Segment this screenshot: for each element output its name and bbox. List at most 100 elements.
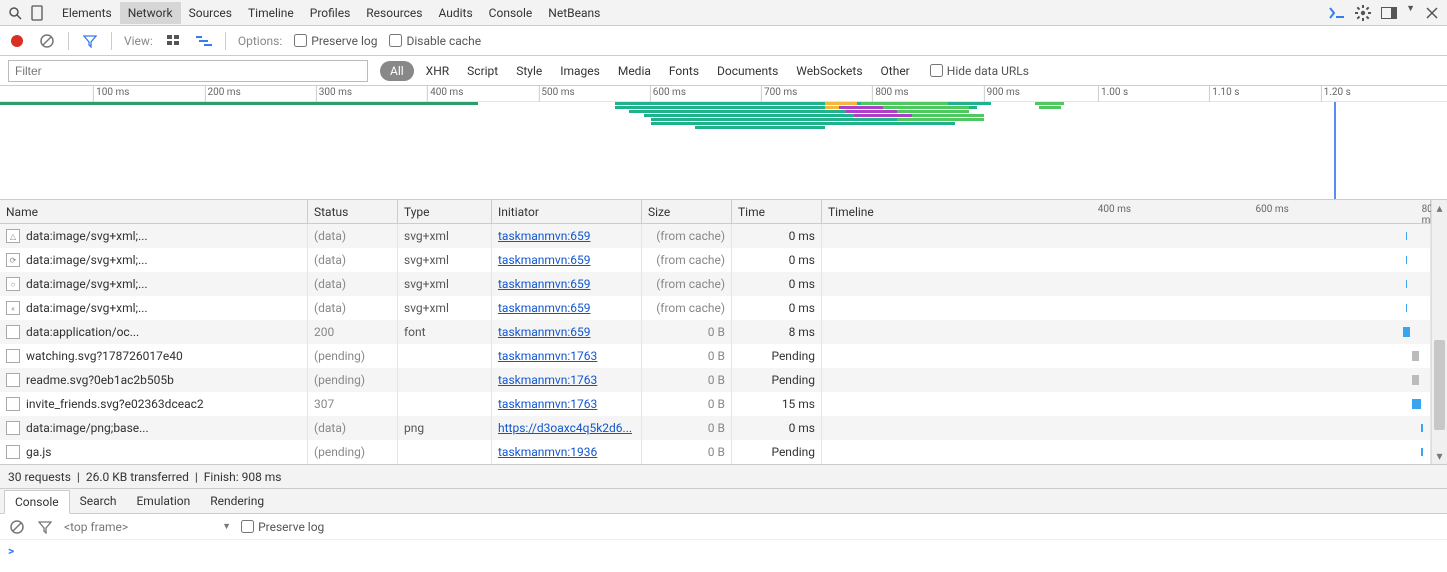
- close-icon[interactable]: [1423, 4, 1441, 22]
- devtools-main-toolbar: ElementsNetworkSourcesTimelineProfilesRe…: [0, 0, 1447, 26]
- request-timeline: [822, 248, 1431, 272]
- frame-selector[interactable]: <top frame> ▼: [64, 520, 231, 534]
- panel-tab-profiles[interactable]: Profiles: [302, 2, 359, 24]
- filter-all[interactable]: All: [380, 61, 414, 81]
- table-row[interactable]: data:application/oc...200fonttaskmanmvn:…: [0, 320, 1431, 344]
- panel-tab-netbeans[interactable]: NetBeans: [540, 2, 608, 24]
- scrollbar-thumb[interactable]: [1434, 340, 1445, 430]
- table-row[interactable]: ○data:image/svg+xml;...(data)svg+xmltask…: [0, 272, 1431, 296]
- disable-cache-checkbox[interactable]: Disable cache: [389, 34, 481, 48]
- initiator-link[interactable]: taskmanmvn:659: [498, 301, 591, 315]
- overview-bar: [912, 114, 984, 117]
- overview-tick: 1.10 s: [1209, 86, 1239, 102]
- filter-script[interactable]: Script: [467, 64, 498, 78]
- request-time: 0 ms: [732, 224, 822, 248]
- request-size: (from cache): [642, 272, 732, 296]
- table-row[interactable]: ga.js(pending)taskmanmvn:19360 BPending: [0, 440, 1431, 464]
- table-row[interactable]: ⟳data:image/svg+xml;...(data)svg+xmltask…: [0, 248, 1431, 272]
- initiator-link[interactable]: https://d3oaxc4q5k2d6...: [498, 421, 632, 435]
- col-type[interactable]: Type: [398, 200, 492, 223]
- request-status: 200: [308, 320, 398, 344]
- large-rows-icon[interactable]: [165, 32, 183, 50]
- drawer-tab-console[interactable]: Console: [4, 490, 70, 514]
- dock-dropdown-arrow-icon[interactable]: ▼: [1406, 3, 1415, 14]
- table-row[interactable]: invite_friends.svg?e02363dceac2307taskma…: [0, 392, 1431, 416]
- preserve-log-checkbox[interactable]: Preserve log: [294, 34, 377, 48]
- request-type: png: [398, 416, 492, 440]
- record-button[interactable]: [8, 32, 26, 50]
- col-name[interactable]: Name: [0, 200, 308, 223]
- panel-tab-console[interactable]: Console: [481, 2, 541, 24]
- device-icon[interactable]: [28, 4, 46, 22]
- panel-tab-elements[interactable]: Elements: [54, 2, 120, 24]
- file-icon: [6, 397, 20, 411]
- file-icon: [6, 445, 20, 459]
- col-size[interactable]: Size: [642, 200, 732, 223]
- filter-websockets[interactable]: WebSockets: [796, 64, 862, 78]
- filter-documents[interactable]: Documents: [717, 64, 778, 78]
- initiator-link[interactable]: taskmanmvn:659: [498, 325, 591, 339]
- request-status: (data): [308, 248, 398, 272]
- waterfall-view-icon[interactable]: [195, 32, 213, 50]
- scroll-up-arrow-icon[interactable]: ▴: [1432, 200, 1447, 216]
- request-timeline: [822, 440, 1431, 464]
- initiator-link[interactable]: taskmanmvn:659: [498, 229, 591, 243]
- initiator-link[interactable]: taskmanmvn:1936: [498, 445, 597, 459]
- clear-icon[interactable]: [38, 32, 56, 50]
- table-row[interactable]: △data:image/svg+xml;...(data)svg+xmltask…: [0, 224, 1431, 248]
- request-name: watching.svg?178726017e40: [26, 349, 183, 363]
- timeline-bar: [1406, 304, 1408, 312]
- table-row[interactable]: watching.svg?178726017e40(pending)taskma…: [0, 344, 1431, 368]
- panel-tab-timeline[interactable]: Timeline: [240, 2, 302, 24]
- panel-tab-network[interactable]: Network: [120, 2, 181, 24]
- filter-other[interactable]: Other: [881, 64, 910, 78]
- vertical-scrollbar[interactable]: ▴ ▾: [1431, 200, 1447, 464]
- initiator-link[interactable]: taskmanmvn:1763: [498, 349, 597, 363]
- panel-tab-resources[interactable]: Resources: [358, 2, 430, 24]
- filter-fonts[interactable]: Fonts: [669, 64, 699, 78]
- console-filter-icon[interactable]: [36, 518, 54, 536]
- overview-tick: 400 ms: [427, 86, 463, 102]
- dock-icon[interactable]: [1380, 4, 1398, 22]
- filter-images[interactable]: Images: [560, 64, 600, 78]
- file-icon: [6, 421, 20, 435]
- search-icon[interactable]: [6, 4, 24, 22]
- col-timeline[interactable]: Timeline 400 ms600 ms800 ms: [822, 200, 1431, 223]
- initiator-link[interactable]: taskmanmvn:659: [498, 253, 591, 267]
- console-prompt[interactable]: >: [0, 540, 1447, 562]
- request-timeline: [822, 344, 1431, 368]
- col-time[interactable]: Time: [732, 200, 822, 223]
- request-time: 0 ms: [732, 296, 822, 320]
- hide-data-urls-checkbox[interactable]: Hide data URLs: [930, 64, 1029, 78]
- filter-style[interactable]: Style: [516, 64, 542, 78]
- table-row[interactable]: readme.svg?0eb1ac2b505b(pending)taskmanm…: [0, 368, 1431, 392]
- overview-tick: 900 ms: [984, 86, 1020, 102]
- col-status[interactable]: Status: [308, 200, 398, 223]
- panel-tab-sources[interactable]: Sources: [181, 2, 240, 24]
- gear-icon[interactable]: [1354, 4, 1372, 22]
- console-preserve-log-checkbox[interactable]: Preserve log: [241, 520, 324, 534]
- drawer-tab-search[interactable]: Search: [70, 490, 127, 512]
- filter-media[interactable]: Media: [618, 64, 651, 78]
- overview-bar: [825, 102, 857, 105]
- clear-console-icon[interactable]: [8, 518, 26, 536]
- request-type: svg+xml: [398, 296, 492, 320]
- network-overview[interactable]: 100 ms200 ms300 ms400 ms500 ms600 ms700 …: [0, 86, 1447, 200]
- file-icon: ○: [6, 277, 20, 291]
- initiator-link[interactable]: taskmanmvn:1763: [498, 373, 597, 387]
- request-status: (data): [308, 272, 398, 296]
- request-status: (data): [308, 416, 398, 440]
- scroll-down-arrow-icon[interactable]: ▾: [1432, 448, 1447, 464]
- filter-xhr[interactable]: XHR: [426, 64, 449, 78]
- filter-icon[interactable]: [81, 32, 99, 50]
- drawer-tab-rendering[interactable]: Rendering: [200, 490, 274, 512]
- initiator-link[interactable]: taskmanmvn:659: [498, 277, 591, 291]
- panel-tab-audits[interactable]: Audits: [430, 2, 480, 24]
- table-row[interactable]: «data:image/svg+xml;...(data)svg+xmltask…: [0, 296, 1431, 320]
- initiator-link[interactable]: taskmanmvn:1763: [498, 397, 597, 411]
- filter-input[interactable]: [8, 60, 368, 82]
- col-initiator[interactable]: Initiator: [492, 200, 642, 223]
- drawer-tab-emulation[interactable]: Emulation: [126, 490, 200, 512]
- console-prompt-icon[interactable]: [1328, 4, 1346, 22]
- table-row[interactable]: data:image/png;base...(data)pnghttps://d…: [0, 416, 1431, 440]
